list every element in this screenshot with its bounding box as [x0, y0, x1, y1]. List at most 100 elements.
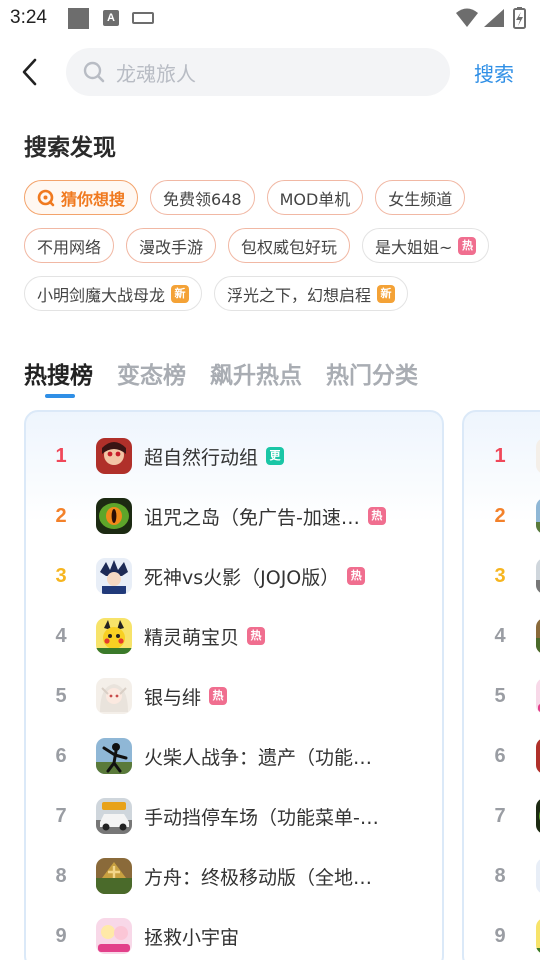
ranking-row[interactable]: 1 [464, 426, 540, 486]
discover-chip[interactable]: MOD单机 [266, 180, 364, 215]
chip-label: 免费领648 [163, 189, 242, 209]
rank-number: 5 [494, 684, 506, 707]
game-name: 手动挡停车场（功能菜单-… [144, 806, 379, 829]
game-name: 方舟：终极移动版（全地… [144, 866, 373, 889]
ranking-row[interactable]: 2 [464, 486, 540, 546]
discover-chip[interactable]: 浮光之下，幻想启程新 [214, 276, 409, 311]
game-icon [536, 918, 540, 954]
ranking-row[interactable]: 8 [464, 846, 540, 906]
tab-1[interactable]: 变态榜 [117, 356, 186, 390]
rank-number: 2 [55, 504, 67, 527]
discover-chip[interactable]: 漫改手游 [126, 228, 217, 263]
keyboard-icon [132, 12, 154, 24]
ranking-row[interactable]: 8 方舟：终极移动版（全地… [26, 846, 442, 906]
ranking-row[interactable]: 7 手动挡停车场（功能菜单-… [26, 786, 442, 846]
rank-number: 3 [494, 564, 506, 587]
rank-number: 3 [55, 564, 67, 587]
rank-number: 6 [55, 744, 67, 767]
rank-number: 6 [494, 744, 506, 767]
rank-number: 7 [494, 804, 506, 827]
battery-icon [513, 7, 526, 29]
notification-icon [68, 8, 89, 29]
a-notification-icon: A [103, 10, 119, 26]
discover-chips: 猜你想搜 免费领648 MOD单机 女生频道不用网络 漫改手游 包权威包好玩 是大姐姐~ 热小… [24, 180, 534, 324]
ranking-row[interactable]: 6 火柴人战争：遗产（功能… [26, 726, 442, 786]
ranking-row[interactable]: 3 死神vs火影（JOJO版） 热 [26, 546, 442, 606]
update-badge: 更 [266, 447, 285, 465]
game-name: 银与绯 [144, 686, 202, 709]
chevron-left-icon [22, 58, 37, 86]
game-icon [96, 558, 132, 594]
status-time: 3:24 [10, 7, 47, 28]
rank-number: 2 [494, 504, 506, 527]
game-name: 火柴人战争：遗产（功能… [144, 746, 373, 769]
game-icon [536, 438, 540, 474]
chip-label: 不用网络 [37, 237, 102, 257]
search-placeholder: 龙魂旅人 [116, 61, 196, 86]
chip-label: 猜你想搜 [61, 189, 126, 209]
search-button[interactable]: 搜索 [474, 58, 514, 87]
ranking-row[interactable]: 4 精灵萌宝贝热 [26, 606, 442, 666]
chip-row: 不用网络 漫改手游 包权威包好玩 是大姐姐~ 热 [24, 228, 534, 263]
signal-icon [484, 9, 504, 27]
discover-chip[interactable]: 不用网络 [24, 228, 115, 263]
game-name: 超自然行动组 [144, 446, 259, 469]
game-name: 死神vs火影（JOJO版） [144, 566, 340, 589]
game-icon [536, 738, 540, 774]
discover-chip[interactable]: 小明剑魔大战母龙新 [24, 276, 203, 311]
game-icon [96, 678, 132, 714]
ranking-row[interactable]: 3 [464, 546, 540, 606]
chip-label: 女生频道 [388, 189, 453, 209]
chip-label: 漫改手游 [139, 237, 204, 257]
ranking-row[interactable]: 7 [464, 786, 540, 846]
new-badge: 新 [377, 284, 396, 303]
chip-label: 包权威包好玩 [241, 237, 338, 257]
hot-badge: 热 [347, 567, 366, 585]
ranking-row[interactable]: 5 银与绯热 [26, 666, 442, 726]
hot-badge: 热 [367, 507, 386, 525]
guess-search-icon [37, 189, 55, 206]
status-icons [456, 7, 526, 29]
game-icon [96, 438, 132, 474]
chip-label: 小明剑魔大战母龙 [37, 285, 166, 305]
discover-chip[interactable]: 包权威包好玩 [228, 228, 351, 263]
status-bar: 3:24 A [0, 0, 540, 36]
active-tab-indicator [45, 394, 75, 398]
chip-label: 浮光之下，幻想启程 [227, 285, 372, 305]
chip-row: 猜你想搜 免费领648 MOD单机 女生频道 [24, 180, 534, 215]
rank-number: 8 [55, 864, 67, 887]
rank-number: 1 [55, 444, 67, 467]
ranking-row[interactable]: 4 [464, 606, 540, 666]
tab-3[interactable]: 热门分类 [326, 356, 418, 390]
game-icon [536, 498, 540, 534]
ranking-row[interactable]: 2 诅咒之岛（免广告-加速… 热 [26, 486, 442, 546]
game-icon [96, 858, 132, 894]
search-icon [83, 61, 105, 83]
discover-chip[interactable]: 女生频道 [375, 180, 466, 215]
new-badge: 新 [171, 284, 190, 303]
ranking-row[interactable]: 5 [464, 666, 540, 726]
rank-number: 4 [55, 624, 67, 647]
rank-number: 1 [494, 444, 506, 467]
rank-number: 5 [55, 684, 67, 707]
rank-number: 8 [494, 864, 506, 887]
discover-chip[interactable]: 猜你想搜 [24, 180, 139, 215]
back-button[interactable] [12, 54, 46, 90]
ranking-row[interactable]: 6 [464, 726, 540, 786]
game-icon [536, 678, 540, 714]
tab-0[interactable]: 热搜榜 [24, 356, 93, 390]
chip-label: 是大姐姐~ [375, 237, 453, 257]
wifi-icon [456, 8, 478, 27]
search-input[interactable]: 龙魂旅人 [66, 48, 450, 96]
ranking-row[interactable]: 9 [464, 906, 540, 960]
discover-chip[interactable]: 免费领648 [150, 180, 255, 215]
game-icon [536, 558, 540, 594]
ranking-row[interactable]: 9 拯救小宇宙 [26, 906, 442, 960]
game-name: 诅咒之岛（免广告-加速… [144, 506, 360, 529]
discover-chip[interactable]: 是大姐姐~ 热 [362, 228, 490, 263]
ranking-tabs: 热搜榜 变态榜 飙升热点 热门分类 [24, 356, 442, 390]
tab-2[interactable]: 飙升热点 [210, 356, 302, 390]
rank-number: 9 [55, 924, 67, 947]
ranking-row[interactable]: 1 超自然行动组更 [26, 426, 442, 486]
game-icon [536, 618, 540, 654]
